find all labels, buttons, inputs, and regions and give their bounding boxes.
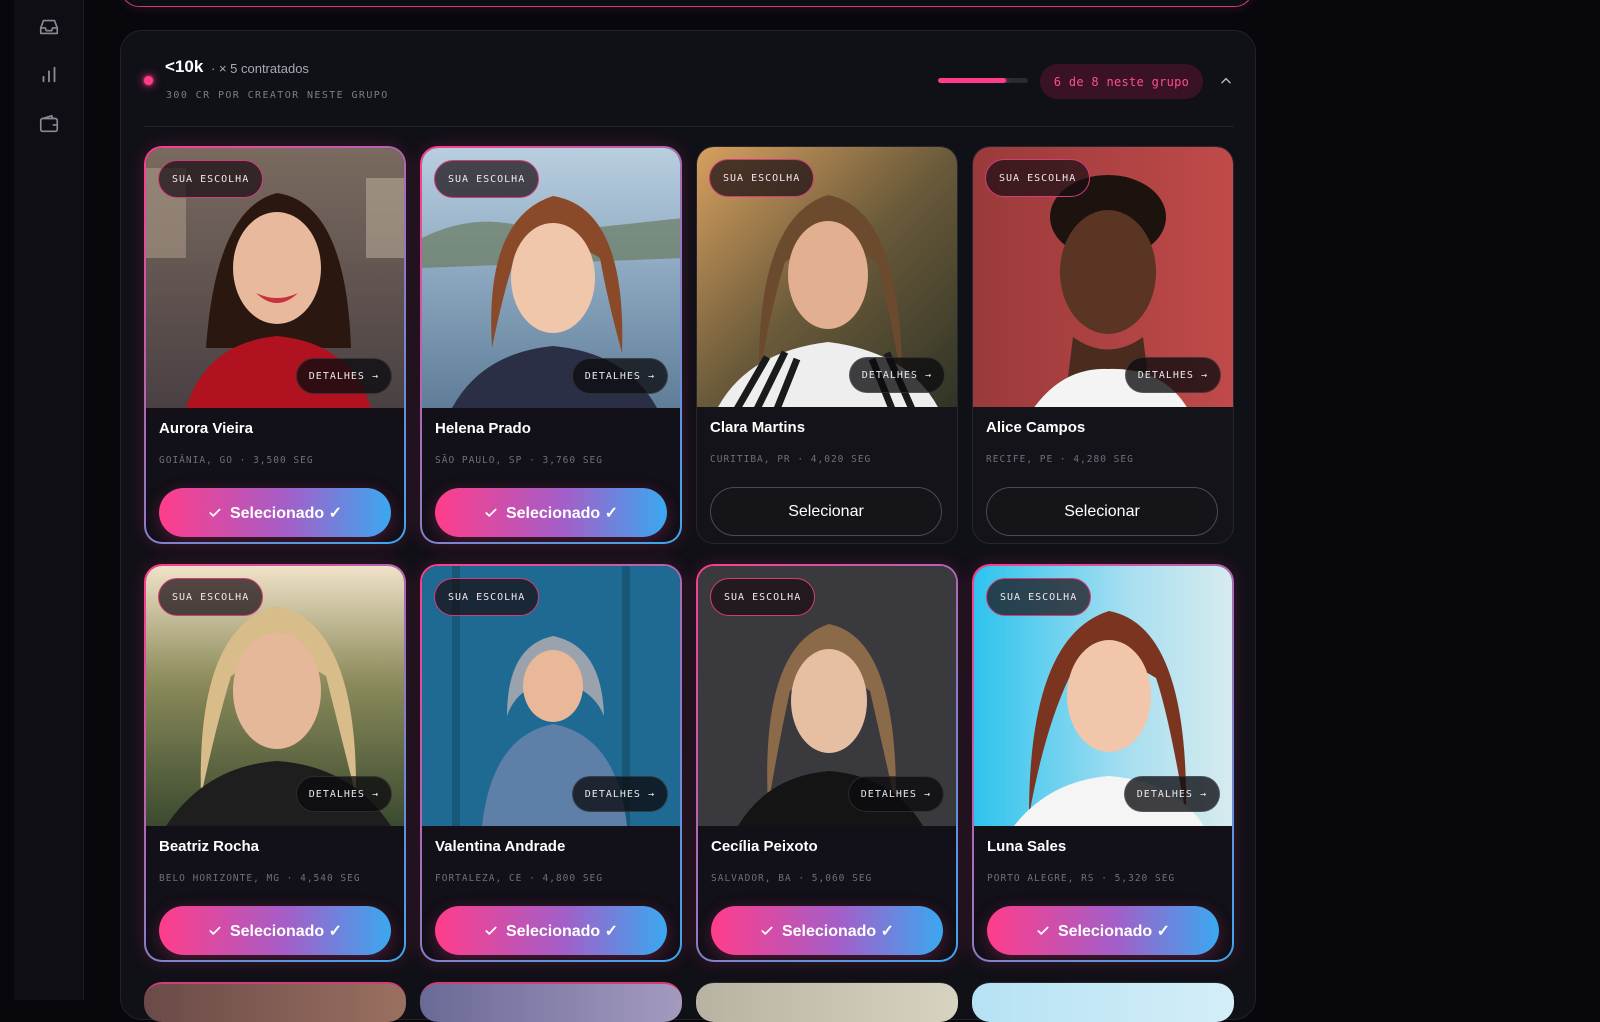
creator-name: Helena Prado: [435, 420, 531, 437]
wallet-icon[interactable]: [36, 111, 62, 137]
creator-meta: CURITIBA, PR · 4,020 SEG: [710, 454, 872, 465]
creator-card[interactable]: SUA ESCOLHA DETALHES → Helena Prado SÃO …: [420, 146, 682, 544]
creator-card-peek[interactable]: [972, 982, 1234, 1022]
details-button[interactable]: DETALHES →: [848, 357, 945, 393]
selected-button[interactable]: Selecionado ✓: [987, 906, 1219, 955]
inbox-icon[interactable]: [36, 14, 62, 40]
selected-button-label: Selecionado ✓: [229, 922, 343, 940]
details-button[interactable]: DETALHES →: [571, 776, 668, 812]
group-hired-count: · × 5 contratados: [211, 61, 309, 76]
group-subtitle: 300 CR POR CREATOR NESTE GRUPO: [166, 90, 389, 101]
creator-name: Clara Martins: [710, 419, 806, 436]
your-choice-badge: SUA ESCOLHA: [709, 159, 815, 197]
your-choice-badge: SUA ESCOLHA: [986, 578, 1092, 616]
select-button-label: Selecionar: [788, 502, 864, 520]
details-button[interactable]: DETALHES →: [1123, 776, 1220, 812]
creator-card[interactable]: SUA ESCOLHA DETALHES → Clara Martins CUR…: [696, 146, 958, 544]
creator-meta: PORTO ALEGRE, RS · 5,320 SEG: [987, 873, 1176, 884]
collapse-group-button[interactable]: [1215, 70, 1237, 92]
creator-card-peek[interactable]: [696, 982, 958, 1022]
your-choice-badge: SUA ESCOLHA: [985, 159, 1091, 197]
creator-meta: GOIÂNIA, GO · 3,500 SEG: [159, 455, 314, 466]
creator-name: Alice Campos: [986, 419, 1086, 436]
check-icon: [1036, 924, 1050, 938]
creator-meta: RECIFE, PE · 4,280 SEG: [986, 454, 1134, 465]
your-choice-badge: SUA ESCOLHA: [158, 578, 264, 616]
your-choice-badge: SUA ESCOLHA: [434, 578, 540, 616]
creator-name: Cecília Peixoto: [711, 838, 818, 855]
creator-card-peek[interactable]: [420, 982, 682, 1022]
details-button[interactable]: DETALHES →: [295, 358, 392, 394]
creator-card[interactable]: SUA ESCOLHA DETALHES → Beatriz Rocha BEL…: [144, 564, 406, 962]
chevron-up-icon: [1221, 77, 1231, 84]
bar-chart-icon[interactable]: [36, 62, 62, 88]
your-choice-badge: SUA ESCOLHA: [710, 578, 816, 616]
creator-name: Luna Sales: [987, 838, 1067, 855]
selected-button-label: Selecionado ✓: [505, 922, 619, 940]
details-button[interactable]: DETALHES →: [571, 358, 668, 394]
your-choice-badge: SUA ESCOLHA: [434, 160, 540, 198]
creator-card-peek[interactable]: [144, 982, 406, 1022]
selected-button-label: Selecionado ✓: [229, 504, 343, 522]
select-button[interactable]: Selecionar: [986, 487, 1218, 536]
details-button[interactable]: DETALHES →: [1124, 357, 1221, 393]
creator-meta: FORTALEZA, CE · 4,800 SEG: [435, 873, 603, 884]
selected-button-label: Selecionado ✓: [1057, 922, 1171, 940]
group-selection-count-pill: 6 de 8 neste grupo: [1040, 64, 1203, 99]
selected-button-label: Selecionado ✓: [781, 922, 895, 940]
check-icon: [208, 924, 222, 938]
selected-button[interactable]: Selecionado ✓: [711, 906, 943, 955]
previous-group-panel: [121, 0, 1253, 7]
check-icon: [208, 506, 222, 520]
creator-name: Beatriz Rocha: [159, 838, 260, 855]
creator-name: Valentina Andrade: [435, 838, 566, 855]
creator-card[interactable]: SUA ESCOLHA DETALHES → Valentina Andrade…: [420, 564, 682, 962]
group-progress-bar: [938, 78, 1028, 83]
selected-button[interactable]: Selecionado ✓: [435, 906, 667, 955]
group-status-dot: [144, 76, 153, 85]
group-title: <10k: [165, 57, 204, 76]
details-button[interactable]: DETALHES →: [847, 776, 944, 812]
selected-button-label: Selecionado ✓: [505, 504, 619, 522]
sidebar: [14, 0, 84, 1000]
creator-card[interactable]: SUA ESCOLHA DETALHES → Cecília Peixoto S…: [696, 564, 958, 962]
selected-button[interactable]: Selecionado ✓: [435, 488, 667, 537]
creator-meta: BELO HORIZONTE, MG · 4,540 SEG: [159, 873, 361, 884]
select-button-label: Selecionar: [1064, 502, 1140, 520]
creator-card[interactable]: SUA ESCOLHA DETALHES → Aurora Vieira GOI…: [144, 146, 406, 544]
your-choice-badge: SUA ESCOLHA: [158, 160, 264, 198]
details-button[interactable]: DETALHES →: [295, 776, 392, 812]
group-divider: [144, 126, 1234, 127]
selected-button[interactable]: Selecionado ✓: [159, 906, 391, 955]
selected-button[interactable]: Selecionado ✓: [159, 488, 391, 537]
creator-card[interactable]: SUA ESCOLHA DETALHES → Alice Campos RECI…: [972, 146, 1234, 544]
check-icon: [484, 924, 498, 938]
creator-name: Aurora Vieira: [159, 420, 253, 437]
group-progress-fill: [938, 78, 1006, 83]
check-icon: [760, 924, 774, 938]
creator-meta: SALVADOR, BA · 5,060 SEG: [711, 873, 873, 884]
creator-meta: SÃO PAULO, SP · 3,760 SEG: [435, 455, 603, 466]
check-icon: [484, 506, 498, 520]
select-button[interactable]: Selecionar: [710, 487, 942, 536]
creator-card[interactable]: SUA ESCOLHA DETALHES → Luna Sales PORTO …: [972, 564, 1234, 962]
